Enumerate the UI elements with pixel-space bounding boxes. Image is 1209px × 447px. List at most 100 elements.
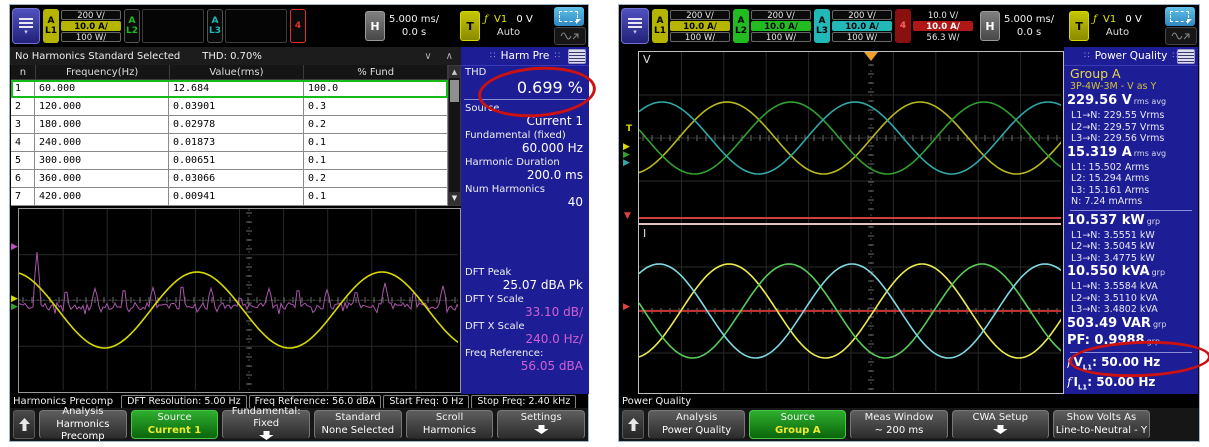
channel-group-al2[interactable]: AL2 xyxy=(124,9,204,43)
channel-scale-value[interactable]: 200 V/ xyxy=(751,10,811,20)
menu-button-value: Line-to-Neutral - Y xyxy=(1054,425,1149,437)
power-quality-scope-window: ▾ AL1200 V/10.0 A/100 W/AL2200 V/10.0 A/… xyxy=(618,4,1200,442)
main-menu-button[interactable]: ▾ xyxy=(12,8,40,44)
channel-scale-stack: 10.0 V/10.0 A/56.3 W/ xyxy=(913,10,973,42)
panel-menu-icon[interactable] xyxy=(1177,49,1195,64)
channel-scale-value[interactable]: 200 V/ xyxy=(670,10,730,20)
channel-scale-value[interactable]: 56.3 W/ xyxy=(913,32,973,42)
zoom-select-icon[interactable] xyxy=(554,7,584,26)
menu-button-analysis[interactable]: AnalysisHarmonics Precomp xyxy=(39,410,127,439)
channel-scale-value[interactable]: 10.0 A/ xyxy=(670,21,730,31)
channel-scale-value[interactable]: 200 V/ xyxy=(61,10,121,20)
trigger-button[interactable]: T xyxy=(1069,11,1089,41)
menu-button-source[interactable]: SourceCurrent 1 xyxy=(131,410,219,439)
panel-line: L3→N: 229.56 Vrms xyxy=(1067,133,1195,145)
channel-scale-value[interactable]: 10.0 A/ xyxy=(751,21,811,31)
menu-up-button[interactable] xyxy=(13,410,35,439)
panel-grip-icon: ∷ xyxy=(490,51,496,61)
channel-group-al3[interactable]: AL3200 V/10.0 A/100 W/ xyxy=(814,9,892,43)
horizontal-button[interactable]: H xyxy=(365,11,385,41)
scroll-up-icon[interactable]: ▲ xyxy=(449,66,460,78)
channel-group-al1[interactable]: AL1200 V/10.0 A/100 W/ xyxy=(43,9,121,43)
table-cell: 0.1 xyxy=(304,134,448,152)
measurement-value: 10.537 kW xyxy=(1067,213,1145,228)
channel-scale-value[interactable]: 10.0 A/ xyxy=(913,21,973,31)
column-header: % Fund xyxy=(304,65,448,80)
panel-field-label: Harmonic Duration xyxy=(465,157,585,168)
channel-group-4[interactable]: 410.0 V/10.0 A/56.3 W/ xyxy=(895,9,973,43)
channel-scale-value[interactable]: 200 V/ xyxy=(832,10,892,20)
zoom-select-icon[interactable] xyxy=(1165,7,1195,26)
menu-button-scroll[interactable]: ScrollHarmonics xyxy=(406,410,494,439)
waveform-compare-icon[interactable] xyxy=(554,27,586,45)
trigger-button[interactable]: T xyxy=(460,11,480,41)
expand-chevron-icon[interactable]: ∧ xyxy=(446,51,453,62)
measurement-value: 15.319 A xyxy=(1067,145,1132,160)
panel-menu-icon[interactable] xyxy=(568,49,586,64)
table-row[interactable]: 4240.0000.018730.1 xyxy=(11,134,448,152)
channel-tag[interactable]: AL3 xyxy=(207,9,223,43)
table-scrollbar[interactable]: ▲ ▼ xyxy=(448,65,461,206)
dual-oscilloscope-screenshot: ▾ AL1200 V/10.0 A/100 W/AL2AL34 H 5.000 … xyxy=(0,0,1209,447)
channel-group-al1[interactable]: AL1200 V/10.0 A/100 W/ xyxy=(652,9,730,43)
table-row[interactable]: 3180.0000.029780.2 xyxy=(11,116,448,134)
table-cell: 420.000 xyxy=(35,188,169,206)
channel-tag[interactable]: AL1 xyxy=(43,9,59,43)
channel-tag[interactable]: AL1 xyxy=(652,9,668,43)
waveform-compare-icon[interactable] xyxy=(1165,27,1197,45)
table-row[interactable]: 6360.0000.030660.2 xyxy=(11,170,448,188)
table-row[interactable]: 2120.0000.039010.3 xyxy=(11,98,448,116)
panel-line: 10.537 kWgrp xyxy=(1067,213,1195,230)
panel-field-num-harmonics: Num Harmonics40 xyxy=(461,183,589,210)
channel-tag[interactable]: AL2 xyxy=(733,9,749,43)
measurement-suffix: grp xyxy=(1152,268,1165,277)
table-row[interactable]: 5300.0000.006510.1 xyxy=(11,152,448,170)
channel-letter: A xyxy=(657,16,664,26)
channel-scale-value[interactable]: 10.0 V/ xyxy=(913,10,973,20)
table-cell: 300.000 xyxy=(35,152,169,170)
channel-group-4[interactable]: 4 xyxy=(290,9,306,43)
menu-button-fundamental-fixed[interactable]: Fundamental: Fixed xyxy=(222,410,310,439)
channel-tag[interactable]: 4 xyxy=(290,9,306,43)
panel-title: Power Quality xyxy=(1095,50,1168,62)
menu-button-source[interactable]: SourceGroup A xyxy=(749,410,846,439)
menu-button-analysis[interactable]: AnalysisPower Quality xyxy=(648,410,745,439)
menu-button-value: Harmonics Precomp xyxy=(40,419,126,443)
menu-up-button[interactable] xyxy=(622,410,644,439)
scrollbar-thumb[interactable] xyxy=(450,80,459,102)
panel-field-source: SourceCurrent 1 xyxy=(461,102,589,129)
main-menu-button[interactable]: ▾ xyxy=(621,8,649,44)
channel-group-al3[interactable]: AL3 xyxy=(207,9,287,43)
channel-tag[interactable]: AL3 xyxy=(814,9,830,43)
spectrum-ref-marker-icon[interactable]: ▶ xyxy=(11,243,18,252)
channel-scale-value[interactable]: 10.0 A/ xyxy=(832,21,892,31)
table-row[interactable]: 160.00012.684100.0 xyxy=(11,80,448,98)
channel-scale-value[interactable]: 100 W/ xyxy=(61,32,121,42)
horizontal-button[interactable]: H xyxy=(980,11,1000,41)
i-n-ground-marker-icon[interactable]: ▶ xyxy=(623,303,630,312)
channel-group-al2[interactable]: AL2200 V/10.0 A/100 W/ xyxy=(733,9,811,43)
scroll-down-icon[interactable]: ▼ xyxy=(449,192,460,205)
channel-scale-value[interactable]: 100 W/ xyxy=(670,32,730,42)
v-l3-ground-marker-icon[interactable]: ▶ xyxy=(623,159,630,168)
menu-button-meas-window[interactable]: Meas Window~ 200 ms xyxy=(850,410,947,439)
channel2-ground-marker-icon[interactable]: ▶ xyxy=(11,303,18,312)
v-n-ground-marker-icon[interactable]: ▼ xyxy=(624,212,631,221)
table-row[interactable]: 7420.0000.009410.1 xyxy=(11,188,448,206)
trigger-level-marker-icon[interactable]: T xyxy=(626,125,632,134)
menu-button-settings[interactable]: Settings xyxy=(497,410,585,439)
channel-number: L1 xyxy=(654,26,666,36)
menu-button-show-volts-as[interactable]: Show Volts AsLine-to-Neutral - Y xyxy=(1053,410,1150,439)
menu-button-standard[interactable]: StandardNone Selected xyxy=(314,410,402,439)
panel-line: L1→N: 3.5584 kVA xyxy=(1067,281,1195,293)
collapse-chevron-icon[interactable]: ∨ xyxy=(424,51,431,62)
channel-scale-stack: 200 V/10.0 A/100 W/ xyxy=(670,10,730,42)
trigger-position-icon[interactable] xyxy=(864,52,878,61)
channel-scale-value[interactable]: 100 W/ xyxy=(832,32,892,42)
channel-tag[interactable]: AL2 xyxy=(124,9,140,43)
frequency-icon: ƒ xyxy=(1067,355,1071,369)
channel-scale-value[interactable]: 10.0 A/ xyxy=(61,21,121,31)
channel-scale-value[interactable]: 100 W/ xyxy=(751,32,811,42)
menu-button-cwa-setup[interactable]: CWA Setup xyxy=(952,410,1049,439)
channel-tag[interactable]: 4 xyxy=(895,9,911,43)
